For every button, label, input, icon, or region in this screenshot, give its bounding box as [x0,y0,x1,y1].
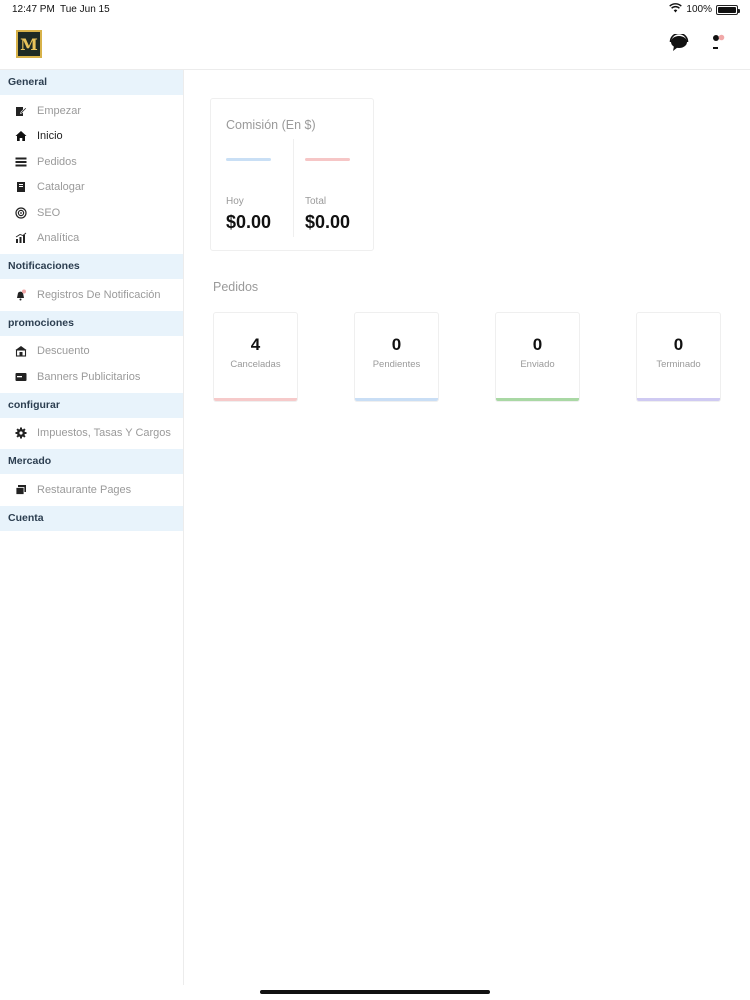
sidebar-item-label: Empezar [37,104,82,117]
status-right: 100% [669,3,740,16]
logo-letter: M [20,34,38,54]
order-count: 0 [532,335,543,354]
gear-icon [14,426,28,440]
sidebar-item-label: Analítica [37,232,80,245]
sidebar-item-seo[interactable]: SEO [0,200,183,226]
order-color-bar [355,398,438,401]
order-card-enviado[interactable]: 0 Enviado [495,312,580,402]
home-icon [14,129,28,143]
bell-icon [14,288,28,302]
sidebar-section-items: Descuento Banners Publicitarios [0,336,183,393]
order-count: 0 [391,335,402,354]
today-indicator-line [226,158,271,161]
order-card-terminado[interactable]: 0 Terminado [636,312,721,402]
sidebar-item-inicio[interactable]: Inicio [0,124,183,150]
battery-percent: 100% [686,4,712,15]
sidebar-item-analítica[interactable]: Analítica [0,226,183,252]
support-chat-icon[interactable] [668,32,690,54]
store-icon [14,344,28,358]
sidebar-section-promociones: promociones [0,310,183,336]
sidebar-item-pedidos[interactable]: Pedidos [0,149,183,175]
sidebar-section-items: Restaurante Pages [0,474,183,506]
today-value: $0.00 [226,212,272,232]
order-count: 0 [673,335,684,354]
chart-icon [14,231,28,245]
sidebar-item-label: Inicio [37,130,63,143]
sidebar-item-label: Registros De Notificación [37,288,161,301]
list-icon [14,155,28,169]
sidebar-item-catalogar[interactable]: Catalogar [0,175,183,201]
pages-icon [14,483,28,497]
total-value: $0.00 [305,212,351,232]
order-label: Enviado [520,359,555,370]
sidebar-item-label: Impuestos, Tasas Y Cargos [37,427,171,440]
sidebar-section-items: Empezar Inicio Pedidos Catalogar SEO Analític… [0,95,183,254]
order-label: Canceladas [230,359,281,370]
sidebar-item-registros-de-notificación[interactable]: Registros De Notificación [0,282,183,308]
sidebar-item-empezar[interactable]: Empezar [0,98,183,124]
commission-title: Comisión (En $) [226,118,316,132]
commission-today: Hoy $0.00 [226,139,292,237]
total-indicator-line [305,158,350,161]
sidebar-section-configurar: configurar [0,392,183,418]
commission-total: Total $0.00 [293,139,363,237]
sidebar-section-items: Impuestos, Tasas Y Cargos [0,418,183,450]
order-label: Pendientes [372,359,421,370]
sidebar: General Empezar Inicio Pedidos Catalogar SEO A… [0,70,184,985]
sidebar-item-label: Banners Publicitarios [37,370,141,383]
banner-icon [14,370,28,384]
book-icon [14,180,28,194]
status-date: Tue Jun 15 [60,4,110,15]
order-label: Terminado [656,359,701,370]
sidebar-item-banners-publicitarios[interactable]: Banners Publicitarios [0,364,183,390]
order-count: 4 [250,335,261,354]
status-time: 12:47 PM [12,4,55,15]
home-indicator [260,990,490,994]
sidebar-section-mercado: Mercado [0,449,183,474]
sidebar-item-restaurante-pages[interactable]: Restaurante Pages [0,477,183,503]
orders-title: Pedidos [213,280,259,294]
target-icon [14,206,28,220]
app-logo[interactable]: M [16,30,42,58]
user-profile-icon[interactable] [707,32,729,54]
sidebar-item-label: Restaurante Pages [37,483,132,496]
edit-icon [14,104,28,118]
total-label: Total [305,196,327,207]
commission-card: Comisión (En $) Hoy $0.00 Total $0.00 [210,98,374,251]
status-bar: 12:47 PM Tue Jun 15 100% [0,0,750,20]
sidebar-item-label: Pedidos [37,155,77,168]
sidebar-section-cuenta: Cuenta [0,505,183,531]
sidebar-item-label: SEO [37,206,61,219]
sidebar-section-notificaciones: Notificaciones [0,254,183,279]
order-color-bar [496,398,579,401]
order-card-canceladas[interactable]: 4 Canceladas [213,312,298,402]
today-label: Hoy [226,196,244,207]
sidebar-item-label: Descuento [37,345,90,358]
order-color-bar [637,398,720,401]
sidebar-section-items: Registros De Notificación [0,279,183,311]
sidebar-item-impuestos-tasas-y-cargos[interactable]: Impuestos, Tasas Y Cargos [0,421,183,447]
sidebar-item-descuento[interactable]: Descuento [0,339,183,365]
sidebar-section-general: General [0,70,183,95]
sidebar-item-label: Catalogar [37,181,85,194]
top-bar: M [0,20,750,70]
battery-icon [716,4,740,15]
order-color-bar [214,398,297,401]
main-content: Comisión (En $) Hoy $0.00 Total $0.00 Pe… [185,70,750,985]
order-card-pendientes[interactable]: 0 Pendientes [354,312,439,402]
wifi-icon [669,3,683,16]
